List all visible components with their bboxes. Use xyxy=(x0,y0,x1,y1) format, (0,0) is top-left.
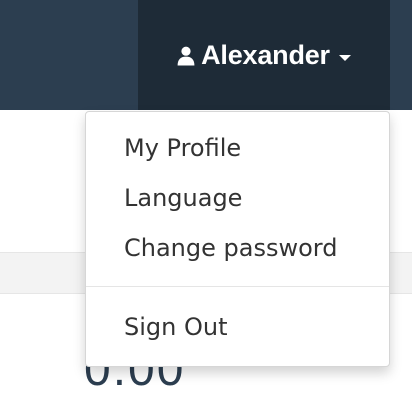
menu-item-my-profile[interactable]: My Profile xyxy=(86,126,389,176)
caret-down-icon xyxy=(338,55,351,61)
menu-divider xyxy=(86,286,389,287)
menu-item-language[interactable]: Language xyxy=(86,176,389,226)
user-dropdown-menu: My Profile Language Change password Sign… xyxy=(85,111,390,367)
top-navbar: Alexander xyxy=(0,0,412,110)
menu-item-change-password[interactable]: Change password xyxy=(86,226,389,276)
user-icon xyxy=(177,46,195,66)
user-name: Alexander xyxy=(201,39,330,70)
user-menu-toggle[interactable]: Alexander xyxy=(138,0,390,110)
menu-item-sign-out[interactable]: Sign Out xyxy=(86,305,389,355)
